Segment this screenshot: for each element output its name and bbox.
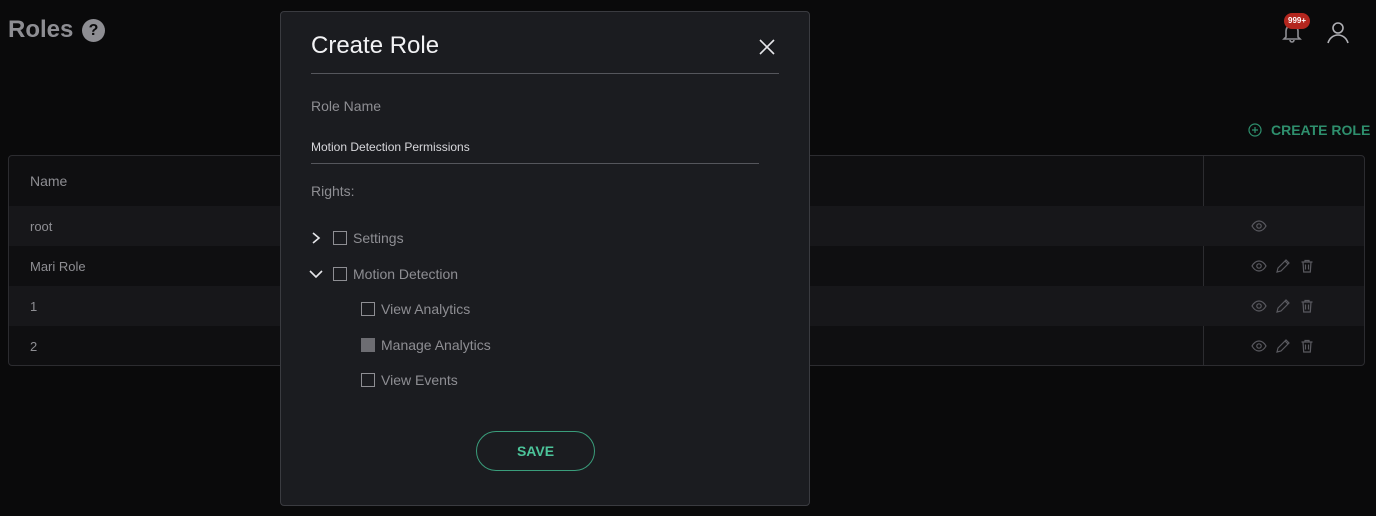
- role-name-input[interactable]: [311, 130, 759, 164]
- trash-icon[interactable]: [1299, 258, 1315, 274]
- rights-node-manage-analytics: Manage Analytics: [361, 337, 491, 353]
- plus-circle-icon: [1248, 123, 1262, 137]
- help-icon[interactable]: ?: [82, 19, 105, 42]
- rights-node-motion-detection: Motion Detection: [309, 266, 458, 282]
- rights-label-motion-detection: Motion Detection: [353, 266, 459, 282]
- save-button[interactable]: SAVE: [476, 431, 595, 471]
- role-name: 2: [30, 338, 38, 354]
- eye-icon[interactable]: [1251, 298, 1267, 314]
- role-name-label: Role Name: [311, 98, 382, 114]
- chevron-down-icon[interactable]: [309, 267, 323, 281]
- create-role-button[interactable]: CREATE ROLE: [1248, 122, 1370, 138]
- eye-icon[interactable]: [1251, 218, 1267, 234]
- role-name: Mari Role: [30, 258, 86, 274]
- create-role-label: CREATE ROLE: [1271, 122, 1371, 138]
- rights-node-view-events: View Events: [361, 372, 458, 388]
- rights-label-manage-analytics: Manage Analytics: [381, 337, 491, 353]
- trash-icon[interactable]: [1299, 338, 1315, 354]
- rights-label-view-analytics: View Analytics: [381, 301, 471, 317]
- checkbox-manage-analytics[interactable]: [361, 338, 375, 352]
- page-title: Roles: [8, 16, 74, 43]
- rights-label: Rights:: [311, 183, 355, 199]
- column-header-name: Name: [30, 173, 68, 189]
- role-name: 1: [30, 298, 38, 314]
- create-role-modal: Create Role Role Name Rights: Settings M…: [280, 11, 810, 506]
- rights-label-view-events: View Events: [381, 372, 458, 388]
- rights-node-view-analytics: View Analytics: [361, 301, 470, 317]
- role-name: root: [30, 218, 53, 234]
- roles-page: Roles ? 999+ CREATE ROLE Name root Mari …: [0, 0, 1376, 516]
- user-icon[interactable]: [1325, 19, 1351, 45]
- trash-icon[interactable]: [1299, 298, 1315, 314]
- chevron-right-icon[interactable]: [309, 231, 323, 245]
- rights-label-settings: Settings: [353, 230, 404, 246]
- modal-divider: [311, 73, 779, 74]
- eye-icon[interactable]: [1251, 258, 1267, 274]
- notification-badge: 999+: [1284, 13, 1311, 29]
- close-icon[interactable]: [757, 37, 777, 57]
- pencil-icon[interactable]: [1275, 338, 1291, 354]
- pencil-icon[interactable]: [1275, 298, 1291, 314]
- checkbox-view-analytics[interactable]: [361, 302, 375, 316]
- pencil-icon[interactable]: [1275, 258, 1291, 274]
- checkbox-settings[interactable]: [333, 231, 347, 245]
- modal-title: Create Role: [311, 32, 440, 59]
- checkbox-view-events[interactable]: [361, 373, 375, 387]
- eye-icon[interactable]: [1251, 338, 1267, 354]
- rights-node-settings: Settings: [309, 230, 404, 246]
- checkbox-motion-detection[interactable]: [333, 267, 347, 281]
